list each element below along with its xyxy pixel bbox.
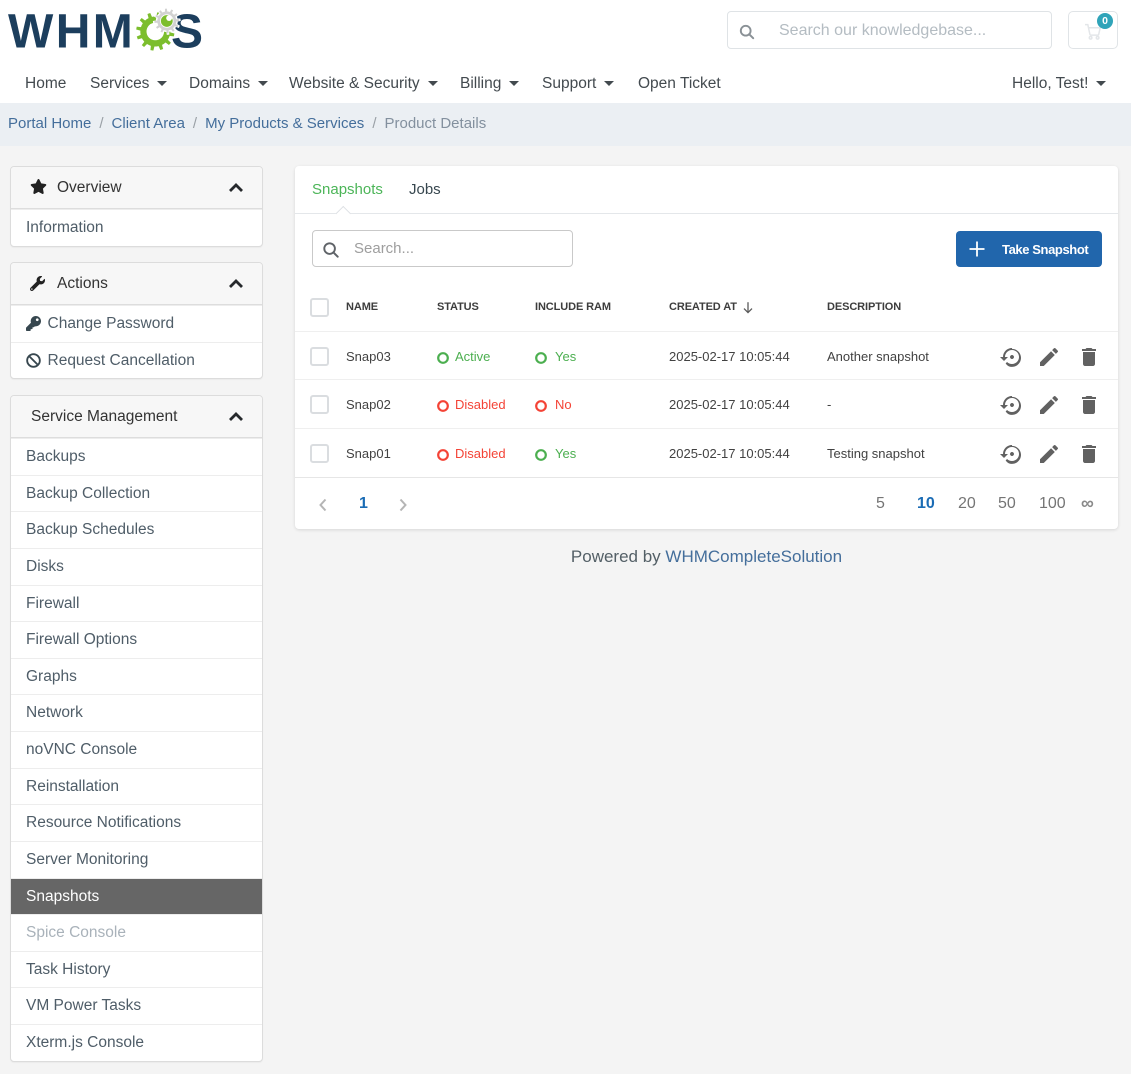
svg-text:WHM: WHM [8, 6, 135, 59]
